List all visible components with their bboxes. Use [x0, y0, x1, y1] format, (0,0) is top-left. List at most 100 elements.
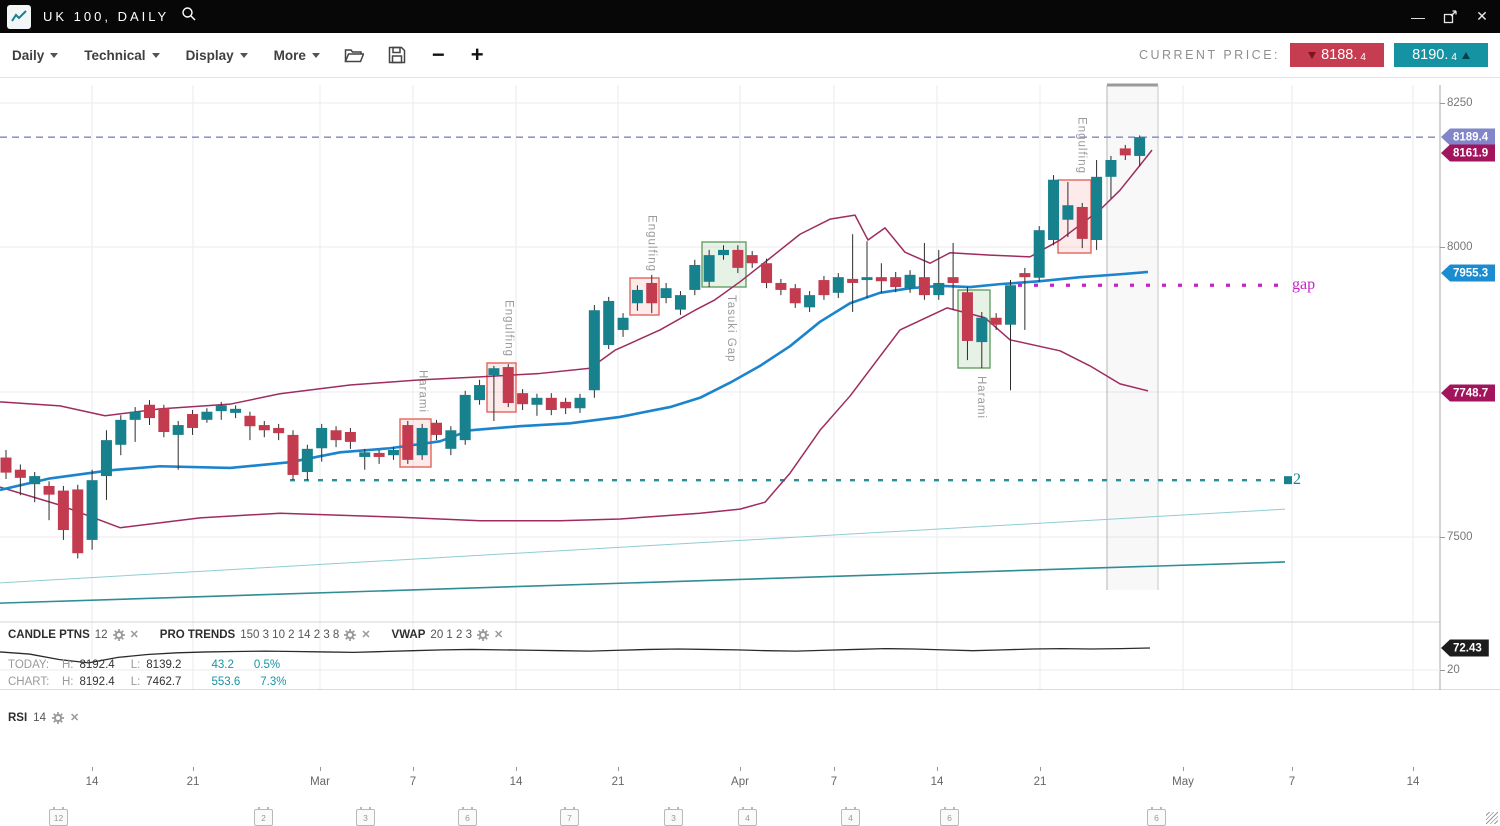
- close-icon[interactable]: ✕: [361, 628, 370, 641]
- candle-body: [661, 288, 672, 298]
- time-axis-tick: [740, 767, 741, 771]
- candle-body: [804, 295, 815, 307]
- price-axis-label: 8250: [1447, 97, 1473, 109]
- candle-body: [44, 486, 55, 495]
- calendar-icon[interactable]: 3: [664, 809, 683, 826]
- candle-body: [474, 385, 485, 400]
- menu-technical[interactable]: Technical: [84, 48, 159, 63]
- candle-body: [259, 425, 270, 430]
- time-axis-tick: [937, 767, 938, 771]
- candle-body: [833, 277, 844, 293]
- candle-body: [273, 428, 284, 433]
- current-price-label: CURRENT PRICE:: [1139, 48, 1280, 62]
- bid-price-badge: 8188.4: [1290, 43, 1384, 67]
- gear-icon[interactable]: [477, 629, 489, 641]
- time-axis-tick: [834, 767, 835, 771]
- candle-body: [732, 250, 743, 268]
- price-tag-badge: 8161.9: [1441, 145, 1495, 162]
- time-axis-tick: [618, 767, 619, 771]
- calendar-icon[interactable]: 6: [940, 809, 959, 826]
- gear-icon[interactable]: [52, 712, 64, 724]
- close-button[interactable]: ✕: [1474, 9, 1490, 25]
- candle-body: [388, 450, 399, 455]
- gear-icon[interactable]: [113, 629, 125, 641]
- candle-body: [230, 409, 241, 413]
- time-axis-tick: [92, 767, 93, 771]
- candle-body: [1077, 207, 1088, 239]
- candle-body: [359, 452, 370, 457]
- open-folder-icon[interactable]: [344, 47, 364, 64]
- candle-body: [216, 405, 227, 411]
- pattern-label: Engulfing: [646, 215, 658, 272]
- close-icon[interactable]: ✕: [130, 628, 139, 641]
- main-chart-svg[interactable]: HaramiEngulfingEngulfingTasuki GapHarami…: [0, 77, 1500, 690]
- menu-display[interactable]: Display: [186, 48, 248, 63]
- today-stats: TODAY: H:8192.4 L:8139.2 43.2 0.5%: [8, 657, 286, 674]
- menu-more[interactable]: More: [274, 48, 320, 63]
- candle-body: [187, 414, 198, 428]
- pattern-label: Engulfing: [503, 300, 515, 357]
- calendar-icon[interactable]: 4: [738, 809, 757, 826]
- candle-body: [862, 277, 873, 280]
- price-axis-label: 8000: [1447, 241, 1473, 253]
- candle-body: [560, 402, 571, 408]
- save-icon[interactable]: [388, 46, 406, 64]
- close-icon[interactable]: ✕: [70, 711, 79, 724]
- calendar-icon[interactable]: 4: [841, 809, 860, 826]
- candle-body: [402, 425, 413, 460]
- candle-body: [718, 250, 729, 255]
- candle-body: [632, 290, 643, 303]
- arrow-up-icon: [1462, 52, 1470, 59]
- candle-body: [618, 318, 629, 330]
- chevron-down-icon: [152, 53, 160, 58]
- candle-body: [603, 301, 614, 345]
- candle-body: [244, 416, 255, 426]
- calendar-icon[interactable]: 6: [1147, 809, 1166, 826]
- calendar-icon[interactable]: 2: [254, 809, 273, 826]
- pattern-label: Harami: [975, 376, 987, 419]
- indicator-pro-trends: PRO TRENDS150 3 10 2 14 2 3 8 ✕: [160, 628, 371, 641]
- popout-button[interactable]: [1442, 9, 1458, 25]
- candle-body: [15, 470, 26, 478]
- close-icon[interactable]: ✕: [494, 628, 503, 641]
- candle-body: [962, 292, 973, 341]
- search-icon[interactable]: [181, 6, 197, 27]
- time-axis-label: 7: [831, 776, 837, 788]
- app-logo-icon: [7, 5, 31, 29]
- calendar-icon[interactable]: 3: [356, 809, 375, 826]
- stats-panel: TODAY: H:8192.4 L:8139.2 43.2 0.5% CHART…: [8, 657, 286, 691]
- time-axis-label: 14: [931, 776, 944, 788]
- zoom-in-button[interactable]: +: [471, 45, 484, 65]
- price-axis-label: 7500: [1447, 531, 1473, 543]
- price-tag-badge: 7748.7: [1441, 385, 1495, 402]
- time-axis-label: 14: [86, 776, 99, 788]
- candle-body: [531, 398, 542, 405]
- candle-body: [1019, 273, 1030, 277]
- resize-grip-icon[interactable]: [1486, 812, 1498, 824]
- menu-interval[interactable]: Daily: [12, 48, 58, 63]
- time-axis-tick: [1413, 767, 1414, 771]
- candle-body: [431, 423, 442, 435]
- time-axis-tick: [320, 767, 321, 771]
- candle-body: [919, 277, 930, 295]
- calendar-icon[interactable]: 12: [49, 809, 68, 826]
- candle-body: [905, 275, 916, 288]
- pattern-label: Engulfing: [1076, 117, 1088, 174]
- calendar-icon[interactable]: 6: [458, 809, 477, 826]
- symbol-title: UK 100, DAILY: [43, 9, 169, 24]
- candle-body: [976, 318, 987, 342]
- minimize-button[interactable]: —: [1410, 9, 1426, 25]
- indicator-legend: CANDLE PTNS12 ✕ PRO TRENDS150 3 10 2 14 …: [8, 628, 517, 641]
- gear-icon[interactable]: [344, 629, 356, 641]
- indicator-candle-patterns: CANDLE PTNS12 ✕: [8, 628, 139, 641]
- candle-body: [775, 283, 786, 290]
- toolbar: Daily Technical Display More − + CURRENT…: [0, 33, 1500, 78]
- trading-app-window: UK 100, DAILY — ✕ Daily Technical Displa…: [0, 0, 1500, 826]
- zoom-out-button[interactable]: −: [432, 45, 445, 65]
- chevron-down-icon: [312, 53, 320, 58]
- time-axis-tick: [516, 767, 517, 771]
- candle-body: [158, 408, 169, 432]
- calendar-icon[interactable]: 7: [560, 809, 579, 826]
- time-axis-tick: [1292, 767, 1293, 771]
- ask-price-badge: 8190.4: [1394, 43, 1488, 67]
